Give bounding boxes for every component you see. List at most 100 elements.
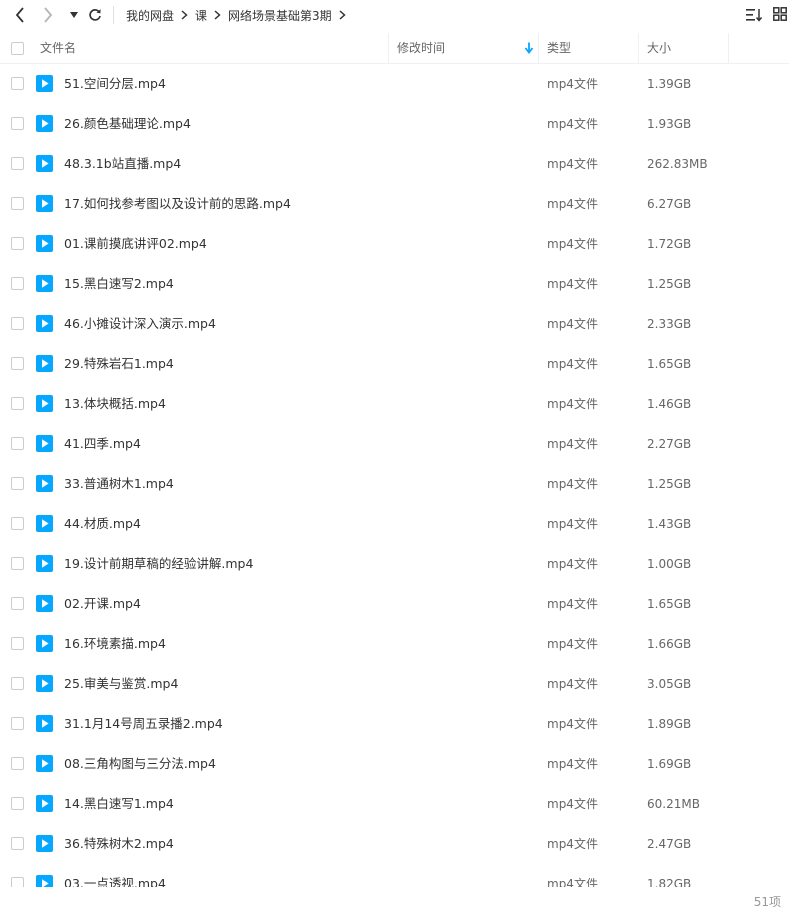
column-header-type[interactable]: 类型 (547, 33, 571, 63)
row-checkbox[interactable] (11, 557, 24, 570)
file-name[interactable]: 16.环境素描.mp4 (64, 624, 166, 664)
file-size: 1.46GB (647, 397, 692, 411)
file-row[interactable]: 13.体块概括.mp4 mp4文件 1.46GB (0, 384, 789, 424)
file-type: mp4文件 (547, 437, 598, 451)
file-name[interactable]: 03.一点透视.mp4 (64, 864, 166, 887)
back-button[interactable] (12, 5, 28, 25)
column-divider[interactable] (638, 33, 639, 63)
file-row[interactable]: 15.黑白速写2.mp4 mp4文件 1.25GB (0, 264, 789, 304)
video-file-icon (36, 115, 53, 132)
file-type: mp4文件 (547, 637, 598, 651)
video-file-icon (36, 195, 53, 212)
row-checkbox[interactable] (11, 597, 24, 610)
file-name[interactable]: 17.如何找参考图以及设计前的思路.mp4 (64, 184, 291, 224)
file-size: 1.43GB (647, 517, 692, 531)
file-row[interactable]: 17.如何找参考图以及设计前的思路.mp4 mp4文件 6.27GB (0, 184, 789, 224)
file-row[interactable]: 48.3.1b站直播.mp4 mp4文件 262.83MB (0, 144, 789, 184)
file-name[interactable]: 48.3.1b站直播.mp4 (64, 144, 181, 184)
file-name[interactable]: 36.特殊树木2.mp4 (64, 824, 174, 864)
file-row[interactable]: 44.材质.mp4 mp4文件 1.43GB (0, 504, 789, 544)
select-all-checkbox[interactable] (11, 42, 24, 55)
row-checkbox[interactable] (11, 277, 24, 290)
video-file-icon (36, 715, 53, 732)
file-name[interactable]: 01.课前摸底讲评02.mp4 (64, 224, 207, 264)
row-checkbox[interactable] (11, 637, 24, 650)
file-row[interactable]: 02.开课.mp4 mp4文件 1.65GB (0, 584, 789, 624)
column-divider[interactable] (728, 33, 729, 63)
row-checkbox[interactable] (11, 397, 24, 410)
file-name[interactable]: 33.普通树木1.mp4 (64, 464, 174, 504)
row-checkbox[interactable] (11, 877, 24, 887)
file-row[interactable]: 16.环境素描.mp4 mp4文件 1.66GB (0, 624, 789, 664)
file-name[interactable]: 19.设计前期草稿的经验讲解.mp4 (64, 544, 253, 584)
row-checkbox[interactable] (11, 757, 24, 770)
file-list[interactable]: 51.空间分层.mp4 mp4文件 1.39GB 26.颜色基础理论.mp4 m… (0, 64, 789, 887)
toolbar-divider (113, 6, 114, 24)
file-name[interactable]: 14.黑白速写1.mp4 (64, 784, 174, 824)
file-name[interactable]: 29.特殊岩石1.mp4 (64, 344, 174, 384)
file-row[interactable]: 51.空间分层.mp4 mp4文件 1.39GB (0, 64, 789, 104)
row-checkbox[interactable] (11, 797, 24, 810)
row-checkbox[interactable] (11, 437, 24, 450)
row-checkbox[interactable] (11, 477, 24, 490)
file-name[interactable]: 02.开课.mp4 (64, 584, 141, 624)
file-name[interactable]: 51.空间分层.mp4 (64, 64, 166, 104)
forward-button[interactable] (40, 5, 56, 25)
file-row[interactable]: 31.1月14号周五录播2.mp4 mp4文件 1.89GB (0, 704, 789, 744)
file-size: 60.21MB (647, 797, 700, 811)
row-checkbox[interactable] (11, 157, 24, 170)
file-row[interactable]: 41.四季.mp4 mp4文件 2.27GB (0, 424, 789, 464)
file-size: 1.65GB (647, 597, 692, 611)
row-checkbox[interactable] (11, 837, 24, 850)
file-name[interactable]: 25.审美与鉴赏.mp4 (64, 664, 178, 704)
column-header-name[interactable]: 文件名 (40, 33, 76, 63)
refresh-icon (89, 9, 101, 21)
file-name[interactable]: 15.黑白速写2.mp4 (64, 264, 174, 304)
breadcrumb-item-root[interactable]: 我的网盘 (126, 7, 174, 24)
row-checkbox[interactable] (11, 717, 24, 730)
row-checkbox[interactable] (11, 317, 24, 330)
file-row[interactable]: 33.普通树木1.mp4 mp4文件 1.25GB (0, 464, 789, 504)
column-divider[interactable] (538, 33, 539, 63)
column-header-modified[interactable]: 修改时间 (397, 33, 445, 63)
file-row[interactable]: 46.小摊设计深入演示.mp4 mp4文件 2.33GB (0, 304, 789, 344)
file-row[interactable]: 29.特殊岩石1.mp4 mp4文件 1.65GB (0, 344, 789, 384)
file-row[interactable]: 01.课前摸底讲评02.mp4 mp4文件 1.72GB (0, 224, 789, 264)
row-checkbox[interactable] (11, 77, 24, 90)
file-name[interactable]: 44.材质.mp4 (64, 504, 141, 544)
file-name[interactable]: 08.三角构图与三分法.mp4 (64, 744, 216, 784)
breadcrumb-item-course[interactable]: 课 (195, 7, 207, 24)
file-row[interactable]: 25.审美与鉴赏.mp4 mp4文件 3.05GB (0, 664, 789, 704)
file-row[interactable]: 26.颜色基础理论.mp4 mp4文件 1.93GB (0, 104, 789, 144)
file-name[interactable]: 13.体块概括.mp4 (64, 384, 166, 424)
file-row[interactable]: 03.一点透视.mp4 mp4文件 1.82GB (0, 864, 789, 887)
file-name[interactable]: 41.四季.mp4 (64, 424, 141, 464)
file-size: 1.82GB (647, 877, 692, 887)
file-row[interactable]: 36.特殊树木2.mp4 mp4文件 2.47GB (0, 824, 789, 864)
column-divider[interactable] (388, 33, 389, 63)
row-checkbox[interactable] (11, 517, 24, 530)
column-header-size[interactable]: 大小 (647, 33, 671, 63)
row-checkbox[interactable] (11, 237, 24, 250)
file-name[interactable]: 46.小摊设计深入演示.mp4 (64, 304, 216, 344)
file-name[interactable]: 26.颜色基础理论.mp4 (64, 104, 191, 144)
sort-button[interactable] (746, 7, 763, 23)
file-name[interactable]: 31.1月14号周五录播2.mp4 (64, 704, 223, 744)
row-checkbox[interactable] (11, 677, 24, 690)
caret-down-icon (70, 12, 78, 18)
sort-down-arrow-icon[interactable] (524, 42, 534, 54)
refresh-button[interactable] (87, 5, 103, 25)
row-checkbox[interactable] (11, 357, 24, 370)
grid-view-button[interactable] (773, 7, 789, 23)
chevron-right-icon[interactable] (339, 10, 346, 20)
file-row[interactable]: 14.黑白速写1.mp4 mp4文件 60.21MB (0, 784, 789, 824)
row-checkbox[interactable] (11, 117, 24, 130)
toolbar: 我的网盘 课 网络场景基础第3期 (0, 0, 789, 30)
video-file-icon (36, 835, 53, 852)
breadcrumb-item-current[interactable]: 网络场景基础第3期 (228, 7, 332, 24)
history-dropdown-button[interactable] (69, 5, 79, 25)
file-row[interactable]: 08.三角构图与三分法.mp4 mp4文件 1.69GB (0, 744, 789, 784)
file-type: mp4文件 (547, 477, 598, 491)
row-checkbox[interactable] (11, 197, 24, 210)
file-row[interactable]: 19.设计前期草稿的经验讲解.mp4 mp4文件 1.00GB (0, 544, 789, 584)
